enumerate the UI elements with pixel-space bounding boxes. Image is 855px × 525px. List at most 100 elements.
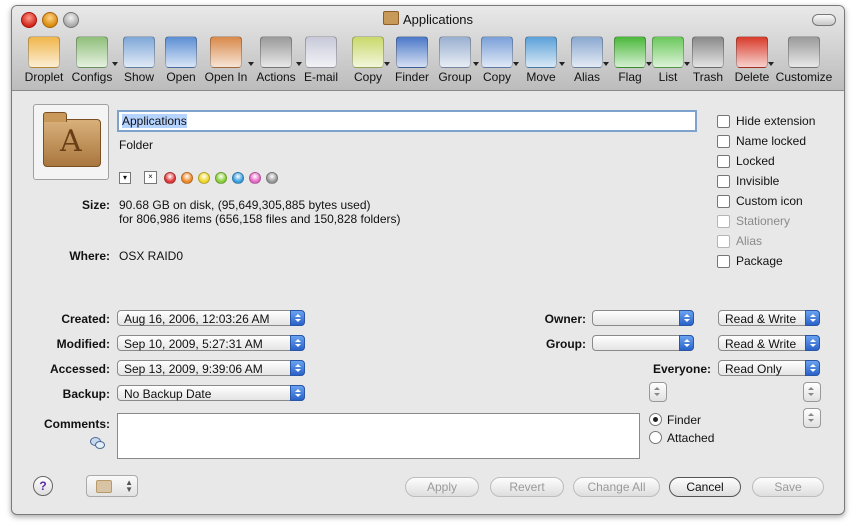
checkbox-stationery[interactable] xyxy=(717,215,730,228)
icon-popup-button[interactable]: ▲ ▼ xyxy=(86,475,138,497)
owner-popup[interactable] xyxy=(592,310,694,326)
toolbar-customize-button[interactable]: Customize xyxy=(772,34,836,84)
modified-date-popup[interactable]: Sep 10, 2009, 5:27:31 AM xyxy=(117,335,305,351)
tools-icon xyxy=(788,36,820,68)
revert-button[interactable]: Revert xyxy=(490,477,564,497)
toolbar-actions-button[interactable]: Actions xyxy=(254,34,302,84)
popup-arrows-icon xyxy=(290,310,305,326)
toolbar-label: Droplet xyxy=(24,70,64,84)
toolbar-list-button[interactable]: List xyxy=(650,34,690,84)
toolbar-show-button[interactable]: Show xyxy=(120,34,158,84)
folder-icon xyxy=(96,480,112,493)
toolbar-label: List xyxy=(658,70,678,84)
group-popup[interactable] xyxy=(592,335,694,351)
name-field-value: Applications xyxy=(122,114,187,128)
attached-comments-radio[interactable] xyxy=(649,431,662,444)
speech-bubbles-icon[interactable] xyxy=(90,437,105,449)
comments-textarea[interactable] xyxy=(117,413,640,459)
checkbox-label: Custom icon xyxy=(736,194,803,208)
label-color-swatch[interactable] xyxy=(215,172,227,184)
label-color-swatch[interactable] xyxy=(198,172,210,184)
toolbar-label: Customize xyxy=(775,70,833,84)
dropdown-arrow-icon xyxy=(384,62,390,66)
created-date-popup[interactable]: Aug 16, 2006, 12:03:26 AM xyxy=(117,310,305,326)
apply-button[interactable]: Apply xyxy=(405,477,479,497)
list-add-icon xyxy=(652,36,684,68)
info-window: Applications Droplet Configs Show Open Open … xyxy=(11,5,845,515)
toolbar-label: Show xyxy=(123,70,155,84)
size-item-count: for 806,986 items (656,158 files and 150… xyxy=(119,212,401,226)
group-permission-popup[interactable]: Read & Write xyxy=(718,335,820,351)
permission-stepper[interactable] xyxy=(803,382,821,402)
toolbar-delete-button[interactable]: Delete xyxy=(734,34,774,84)
toolbar-group-button[interactable]: Group xyxy=(435,34,479,84)
label-color-swatch[interactable] xyxy=(266,172,278,184)
dropdown-arrow-icon xyxy=(112,62,118,66)
checkbox-label: Package xyxy=(736,254,783,268)
checkbox-name-locked[interactable] xyxy=(717,135,730,148)
help-button[interactable]: ? xyxy=(33,476,53,496)
label-color-swatch[interactable] xyxy=(164,172,176,184)
item-icon-well[interactable] xyxy=(33,104,109,180)
toolbar-alias-button[interactable]: Alias xyxy=(569,34,609,84)
label-none-button[interactable]: × xyxy=(144,171,157,184)
everyone-permission-popup[interactable]: Read Only xyxy=(718,360,820,376)
toolbar-copy-button[interactable]: Copy xyxy=(350,34,390,84)
popup-arrows-icon xyxy=(290,360,305,376)
checkbox-custom-icon[interactable] xyxy=(717,195,730,208)
backup-date-popup[interactable]: No Backup Date xyxy=(117,385,305,401)
name-field[interactable]: Applications xyxy=(117,110,697,132)
checkbox-alias[interactable] xyxy=(717,235,730,248)
owner-group-stepper[interactable] xyxy=(649,382,667,402)
label-color-swatch[interactable] xyxy=(181,172,193,184)
checkbox-invisible[interactable] xyxy=(717,175,730,188)
toolbar-open-in-button[interactable]: Open In xyxy=(202,34,254,84)
clipboard-icon xyxy=(352,36,384,68)
toolbar-copy-button[interactable]: Copy xyxy=(479,34,519,84)
open-icon xyxy=(165,36,197,68)
checkbox-package[interactable] xyxy=(717,255,730,268)
popup-arrows-icon xyxy=(805,310,820,326)
toolbar-e-mail-button[interactable]: E-mail xyxy=(301,34,341,84)
toolbar-trash-button[interactable]: Trash xyxy=(690,34,726,84)
accessed-label: Accessed: xyxy=(49,362,110,376)
accessed-date-popup[interactable]: Sep 13, 2009, 9:39:06 AM xyxy=(117,360,305,376)
toolbar-label: Move xyxy=(526,70,556,84)
checkbox-locked[interactable] xyxy=(717,155,730,168)
checkbox-hide-extension[interactable] xyxy=(717,115,730,128)
label-menu-toggle[interactable]: ▾ xyxy=(119,172,131,184)
modified-label: Modified: xyxy=(56,337,110,351)
toolbar-label: Copy xyxy=(482,70,511,84)
toolbar-open-button[interactable]: Open xyxy=(163,34,199,84)
toolbar-configs-button[interactable]: Configs xyxy=(70,34,118,84)
toolbar-droplet-button[interactable]: Droplet xyxy=(24,34,64,84)
save-button[interactable]: Save xyxy=(752,477,824,497)
popup-arrows-icon xyxy=(805,360,820,376)
kind-label: Folder xyxy=(119,138,154,152)
window-title-text: Applications xyxy=(402,12,474,27)
change-all-button[interactable]: Change All xyxy=(573,477,660,497)
created-label: Created: xyxy=(61,312,110,326)
toolbar-flag-button[interactable]: Flag xyxy=(612,34,652,84)
dropdown-arrow-icon xyxy=(603,62,609,66)
owner-permission-popup[interactable]: Read & Write xyxy=(718,310,820,326)
owner-permission-value: Read & Write xyxy=(725,312,797,326)
everyone-permission-value: Read Only xyxy=(725,362,782,376)
toolbar-finder-button[interactable]: Finder xyxy=(392,34,432,84)
comments-label: Comments: xyxy=(43,417,110,431)
flag-icon xyxy=(614,36,646,68)
configs-icon xyxy=(76,36,108,68)
label-color-swatch[interactable] xyxy=(249,172,261,184)
where-value: OSX RAID0 xyxy=(119,249,184,263)
toolbar-label: Open In xyxy=(204,70,248,84)
created-date-value: Aug 16, 2006, 12:03:26 AM xyxy=(124,312,270,326)
cancel-button[interactable]: Cancel xyxy=(669,477,741,497)
copy-icon xyxy=(481,36,513,68)
comments-stepper[interactable] xyxy=(803,408,821,428)
label-color-swatch[interactable] xyxy=(232,172,244,184)
gear-icon xyxy=(260,36,292,68)
owner-label: Owner: xyxy=(544,312,586,326)
finder-info-icon xyxy=(396,36,428,68)
toolbar-move-button[interactable]: Move xyxy=(521,34,565,84)
finder-comments-radio[interactable] xyxy=(649,413,662,426)
